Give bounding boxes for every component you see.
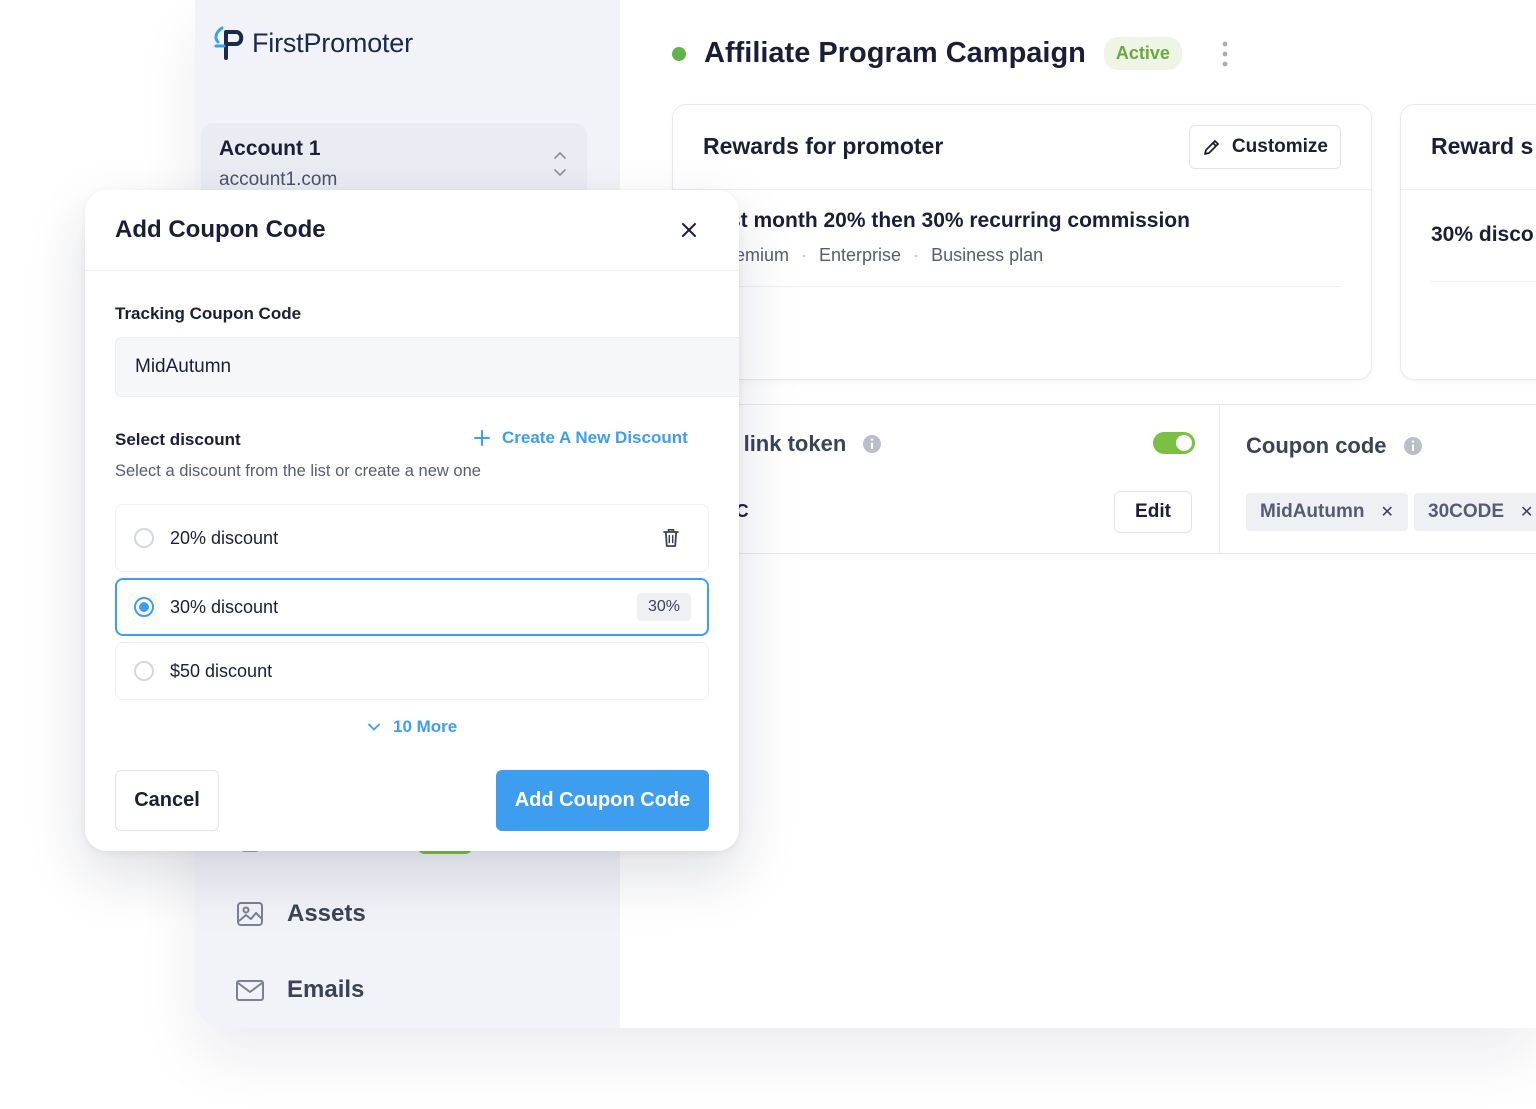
modal-title: Add Coupon Code — [115, 216, 326, 243]
plan-item: Enterprise — [819, 245, 902, 265]
campaign-header: Affiliate Program Campaign Active — [672, 37, 1228, 70]
rewards-card: Rewards for promoter Customize st month … — [672, 104, 1372, 380]
sidebar-item-assets[interactable]: Assets — [235, 899, 366, 929]
discount-option[interactable]: $50 discount — [115, 642, 709, 700]
discount-percent-badge: 30% — [637, 593, 691, 621]
remove-icon[interactable]: ✕ — [1520, 502, 1533, 522]
radio-button[interactable] — [134, 528, 154, 548]
rewards-card-title: Rewards for promoter — [703, 133, 944, 159]
main-content: Affiliate Program Campaign Active Reward… — [620, 0, 1536, 1028]
discount-option-selected[interactable]: 30% discount 30% — [115, 578, 709, 636]
radio-button[interactable] — [134, 661, 154, 681]
cancel-button[interactable]: Cancel — [115, 770, 219, 831]
divider — [1401, 189, 1536, 190]
discount-option-label: $50 discount — [170, 661, 273, 681]
remove-icon[interactable]: ✕ — [1380, 502, 1393, 522]
divider — [1431, 281, 1536, 282]
tracking-panel: rral link token 3AVC Edit Coupon code — [672, 404, 1536, 554]
brand-name: FirstPromoter — [252, 27, 413, 58]
coupon-chip-label: MidAutumn — [1260, 501, 1365, 522]
discount-option-label: 20% discount — [170, 528, 279, 548]
account-domain: account1.com — [219, 169, 338, 190]
create-discount-link[interactable]: Create A New Discount — [474, 428, 688, 448]
separator-dot: · — [801, 245, 808, 265]
firstpromoter-logo-icon — [214, 26, 244, 60]
coupon-chip[interactable]: 30CODE ✕ — [1414, 493, 1536, 531]
select-discount-hint: Select a discount from the list or creat… — [115, 462, 481, 480]
referral-token-toggle[interactable] — [1153, 432, 1195, 454]
discount-option-label: 30% discount — [170, 597, 279, 617]
reward-card-value: 30% disco — [1431, 223, 1534, 246]
customize-button[interactable]: Customize — [1188, 125, 1341, 169]
reward-card-title: Reward s — [1431, 133, 1534, 159]
divider — [673, 189, 1371, 190]
create-discount-label: Create A New Discount — [502, 428, 688, 447]
sidebar-item-label: Assets — [287, 900, 366, 927]
chevron-up-down-icon — [554, 152, 566, 176]
discount-option[interactable]: 20% discount — [115, 504, 709, 572]
info-icon[interactable] — [862, 434, 882, 454]
status-dot — [672, 46, 686, 61]
pencil-icon — [1204, 140, 1219, 155]
tracking-code-input[interactable] — [115, 337, 739, 397]
plus-icon — [474, 430, 490, 446]
status-badge: Active — [1103, 37, 1182, 70]
more-options-icon[interactable] — [1222, 41, 1228, 67]
show-more-link[interactable]: 10 More — [367, 717, 457, 737]
image-icon — [237, 902, 263, 926]
mail-icon — [236, 980, 264, 1001]
coupon-chip-label: 30CODE — [1428, 501, 1505, 522]
coupon-code-title: Coupon code — [1246, 433, 1387, 458]
plan-item: Business plan — [931, 245, 1044, 265]
show-more-label: 10 More — [393, 717, 458, 736]
divider — [85, 270, 739, 271]
account-name: Account 1 — [219, 137, 321, 160]
reward-card-secondary: Reward s 30% disco — [1400, 104, 1536, 380]
add-coupon-code-button[interactable]: Add Coupon Code — [496, 770, 709, 831]
coupon-code-label: Coupon code — [1246, 433, 1423, 459]
add-coupon-modal: Add Coupon Code Tracking Coupon Code Sel… — [85, 190, 739, 851]
customize-label: Customize — [1231, 136, 1328, 157]
page-title: Affiliate Program Campaign — [704, 37, 1086, 69]
info-icon[interactable] — [1403, 436, 1423, 456]
separator-dot: · — [913, 245, 920, 265]
radio-button[interactable] — [134, 597, 154, 617]
brand-logo[interactable]: FirstPromoter — [212, 24, 413, 62]
sidebar-item-label: Emails — [287, 976, 365, 1003]
coupon-chip[interactable]: MidAutumn ✕ — [1246, 493, 1408, 531]
plan-list: remium · Enterprise · Business plan — [729, 245, 1043, 266]
select-discount-label: Select discount — [115, 430, 241, 449]
chevron-down-icon — [368, 723, 380, 731]
edit-token-button[interactable]: Edit — [1114, 491, 1192, 533]
tracking-code-label: Tracking Coupon Code — [115, 304, 302, 323]
divider — [1219, 405, 1220, 553]
sidebar-item-emails[interactable]: Emails — [235, 975, 364, 1005]
divider — [729, 286, 1341, 287]
commission-text: st month 20% then 30% recurring commissi… — [729, 209, 1190, 232]
close-icon[interactable] — [681, 222, 697, 238]
trash-icon[interactable] — [661, 527, 681, 549]
